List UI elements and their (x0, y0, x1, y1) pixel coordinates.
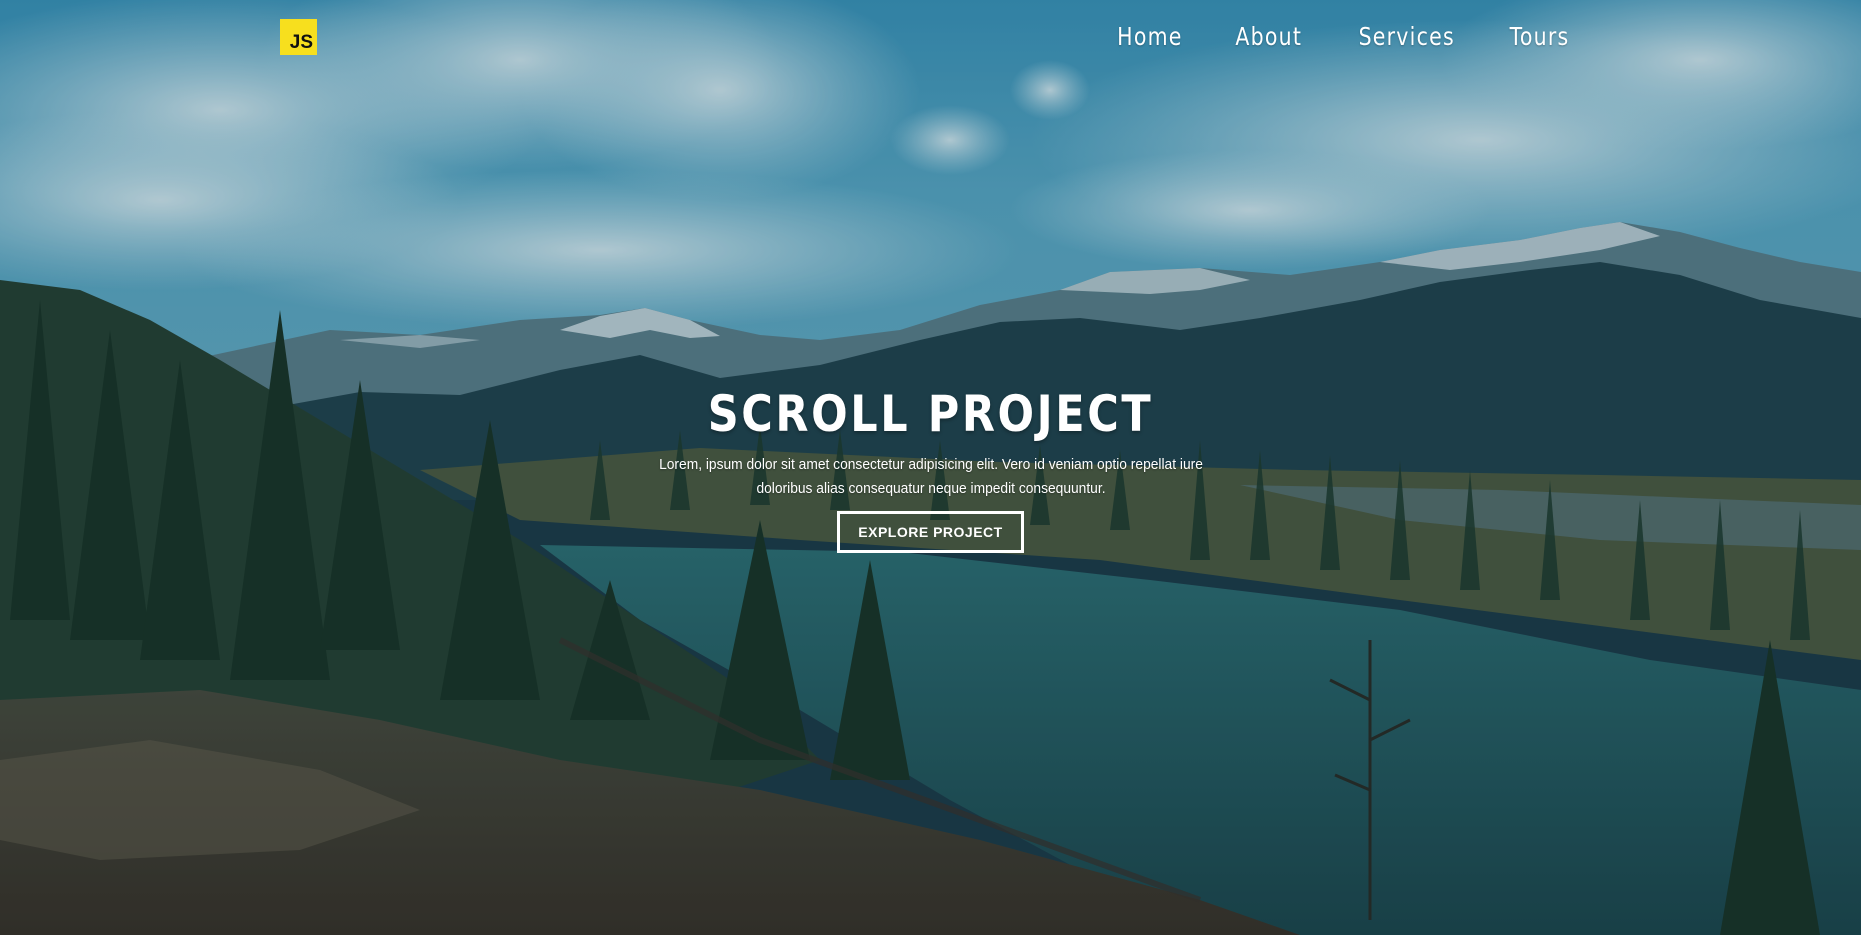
nav-link-tours[interactable]: Tours (1510, 22, 1570, 51)
hero-title: SCROLL PROJECT (707, 385, 1154, 443)
js-logo[interactable]: JS (280, 19, 317, 55)
hero-banner: SCROLL PROJECT Lorem, ipsum dolor sit am… (0, 385, 1861, 553)
nav-link-about[interactable]: About (1236, 22, 1303, 51)
explore-project-button[interactable]: EXPLORE PROJECT (837, 511, 1024, 553)
hero-description: Lorem, ipsum dolor sit amet consectetur … (658, 456, 1203, 497)
navbar: JS Home About Services Tours (0, 0, 1861, 76)
nav-link-home[interactable]: Home (1118, 22, 1183, 51)
nav-link-services[interactable]: Services (1358, 22, 1454, 51)
logo-text: JS (289, 32, 313, 53)
nav-links: Home About Services Tours (1110, 22, 1576, 51)
